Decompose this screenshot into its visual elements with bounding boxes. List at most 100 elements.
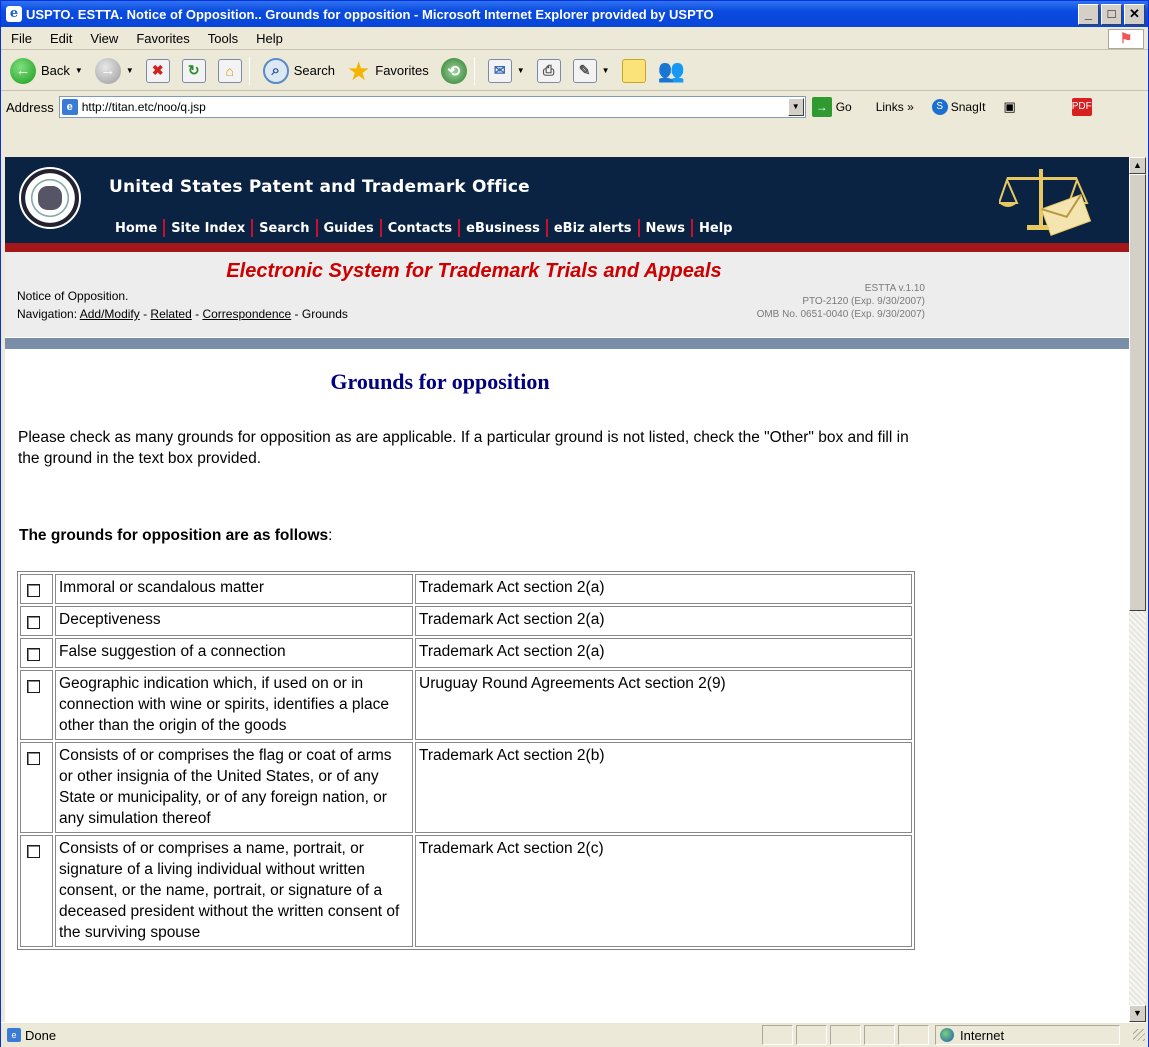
ground-checkbox[interactable] — [27, 752, 40, 765]
system-title: Electronic System for Trademark Trials a… — [226, 260, 722, 282]
menu-tools[interactable]: Tools — [208, 31, 238, 46]
address-dropdown-button[interactable]: ▼ — [787, 98, 804, 116]
section-cell: Trademark Act section 2(b) — [415, 742, 912, 833]
nav-link-add-modify[interactable]: Add/Modify — [80, 307, 140, 321]
ground-checkbox[interactable] — [27, 648, 40, 661]
menu-help[interactable]: Help — [256, 31, 283, 46]
ground-checkbox[interactable] — [27, 845, 40, 858]
history-button[interactable]: ⟲ — [438, 54, 470, 88]
section-cell: Trademark Act section 2(c) — [415, 835, 912, 947]
snagit-label: SnagIt — [950, 100, 986, 114]
edit-icon: ✎ — [572, 58, 597, 83]
close-button[interactable]: ✕ — [1124, 3, 1145, 25]
uspto-seal-icon — [19, 167, 81, 229]
ground-cell: Consists of or comprises the flag or coa… — [55, 742, 413, 833]
instructions: Please check as many grounds for opposit… — [18, 429, 909, 467]
page-title: Grounds for opposition — [330, 369, 550, 394]
go-button[interactable]: → Go — [811, 97, 852, 117]
nav-ebusiness[interactable]: eBusiness — [460, 221, 546, 236]
chevron-down-icon: ▼ — [125, 66, 134, 75]
nav-ebiz-alerts[interactable]: eBiz alerts — [548, 221, 638, 236]
vertical-scrollbar[interactable]: ▲ ▼ — [1129, 157, 1146, 1022]
forward-button[interactable]: → ▼ — [92, 54, 137, 88]
section-cell: Uruguay Round Agreements Act section 2(9… — [415, 670, 912, 740]
snagit-button[interactable]: S SnagIt — [931, 99, 986, 115]
ie-logo-icon: e — [6, 6, 22, 22]
favorites-label: Favorites — [375, 63, 429, 78]
minimize-button[interactable]: _ — [1078, 3, 1099, 25]
back-label: Back — [41, 63, 70, 78]
messenger-icon: 👥 — [657, 57, 685, 83]
address-bar: Address e http://titan.etc/noo/q.jsp ▼ →… — [1, 92, 1148, 122]
nav-home[interactable]: Home — [109, 221, 163, 236]
history-icon: ⟲ — [440, 57, 467, 84]
back-button[interactable]: ← Back ▼ — [7, 54, 86, 88]
version: ESTTA v.1.10 — [864, 283, 925, 294]
page-icon: e — [7, 1028, 21, 1042]
grounds-table: Immoral or scandalous matter Trademark Ac… — [17, 571, 915, 950]
menu-edit[interactable]: Edit — [50, 31, 72, 46]
mail-icon: ✉ — [487, 58, 512, 83]
ground-checkbox[interactable] — [27, 680, 40, 693]
checkbox-cell — [20, 670, 53, 740]
address-input[interactable]: e http://titan.etc/noo/q.jsp ▼ — [58, 96, 806, 118]
site-nav: Home Site Index Search Guides Contacts e… — [109, 219, 738, 237]
windows-flag-icon: ⚑ — [1108, 29, 1144, 49]
table-row: Immoral or scandalous matter Trademark Ac… — [20, 574, 912, 604]
menu-file[interactable]: File — [11, 31, 32, 46]
pdf-icon[interactable]: PDF — [1071, 98, 1092, 116]
discuss-button[interactable] — [619, 54, 649, 88]
scroll-up-button[interactable]: ▲ — [1129, 157, 1146, 174]
nav-guides[interactable]: Guides — [318, 221, 380, 236]
nav-news[interactable]: News — [640, 221, 691, 236]
search-icon: ⌕ — [262, 57, 289, 84]
links-button[interactable]: Links » — [876, 100, 914, 114]
maximize-button[interactable]: □ — [1101, 3, 1122, 25]
search-label: Search — [293, 63, 335, 78]
scroll-down-button[interactable]: ▼ — [1129, 1005, 1146, 1022]
resize-grip[interactable] — [1133, 1029, 1145, 1041]
print-icon: ⎙ — [536, 58, 561, 83]
menu-view[interactable]: View — [90, 31, 118, 46]
chevron-down-icon: ▼ — [74, 66, 83, 75]
snagit-capture-icon[interactable]: ▣ — [1003, 99, 1015, 115]
links-label: Links — [875, 100, 904, 114]
mail-button[interactable]: ✉ ▼ — [485, 54, 528, 88]
edit-button[interactable]: ✎ ▼ — [570, 54, 613, 88]
uspto-header: United States Patent and Trademark Offic… — [5, 157, 1129, 243]
nav-help[interactable]: Help — [693, 221, 738, 236]
checkbox-cell — [20, 835, 53, 947]
nav-contacts[interactable]: Contacts — [382, 221, 458, 236]
nav-link-related[interactable]: Related — [150, 307, 191, 321]
go-label: Go — [835, 100, 852, 114]
table-row: Consists of or comprises a name, portrai… — [20, 835, 912, 947]
ground-cell: Deceptiveness — [55, 606, 413, 636]
star-icon: ★ — [346, 55, 371, 86]
checkbox-cell — [20, 742, 53, 833]
address-url[interactable]: http://titan.etc/noo/q.jsp — [82, 100, 788, 114]
home-button[interactable]: ⌂ — [215, 54, 245, 88]
nav-site-index[interactable]: Site Index — [165, 221, 251, 236]
address-label: Address — [6, 99, 54, 115]
favorites-button[interactable]: ★ Favorites — [344, 54, 432, 88]
search-button[interactable]: ⌕ Search — [260, 54, 338, 88]
office-title: United States Patent and Trademark Offic… — [109, 177, 530, 197]
menu-favorites[interactable]: Favorites — [136, 31, 189, 46]
scales-of-justice-icon — [999, 169, 1092, 236]
ground-cell: Consists of or comprises a name, portrai… — [55, 835, 413, 947]
nav-link-correspondence[interactable]: Correspondence — [202, 307, 291, 321]
refresh-button[interactable]: ↻ — [179, 54, 209, 88]
ground-checkbox[interactable] — [27, 584, 40, 597]
messenger-button[interactable]: 👥 — [655, 54, 688, 88]
chevron-down-icon: ▼ — [601, 66, 610, 75]
stop-button[interactable]: ✖ — [143, 54, 173, 88]
print-button[interactable]: ⎙ — [534, 54, 564, 88]
table-row: Consists of or comprises the flag or coa… — [20, 742, 912, 833]
omb-number: OMB No. 0651-0040 (Exp. 9/30/2007) — [756, 309, 925, 320]
nav-search[interactable]: Search — [253, 221, 315, 236]
scroll-thumb[interactable] — [1129, 174, 1146, 611]
ground-cell: Immoral or scandalous matter — [55, 574, 413, 604]
ground-checkbox[interactable] — [27, 616, 40, 629]
title-bar: e USPTO. ESTTA. Notice of Opposition.. G… — [1, 1, 1148, 27]
window-title: USPTO. ESTTA. Notice of Opposition.. Gro… — [26, 6, 714, 22]
